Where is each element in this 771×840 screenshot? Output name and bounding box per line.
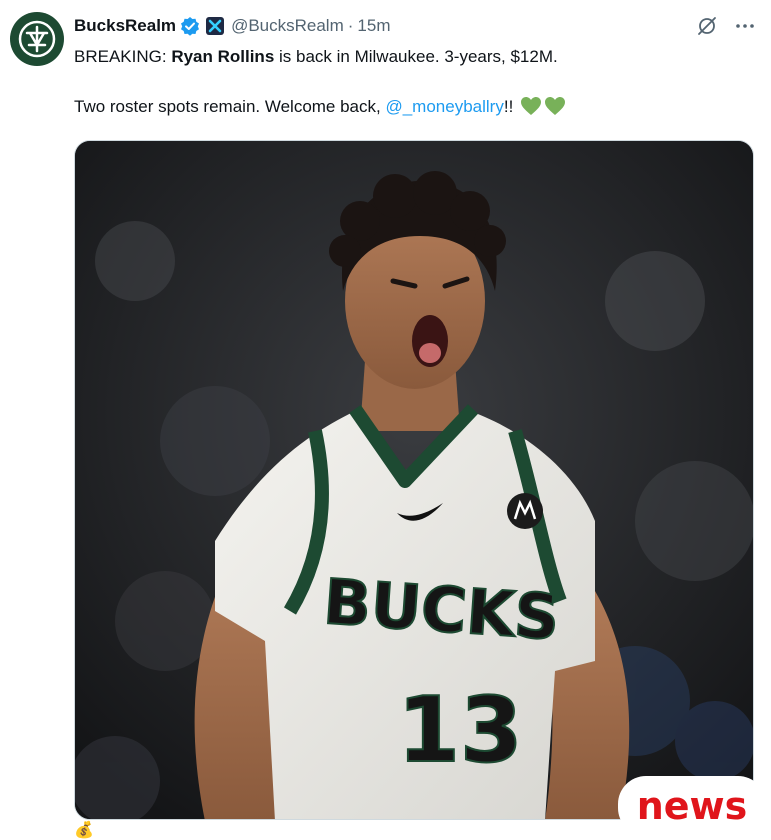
grok-icon[interactable]	[695, 14, 719, 38]
tweet-actions	[695, 14, 757, 38]
green-heart-icon	[520, 96, 542, 124]
separator-dot: ·	[347, 16, 354, 35]
timestamp[interactable]: 15m	[357, 16, 390, 36]
display-name[interactable]: BucksRealm	[74, 16, 176, 36]
text-prefix: BREAKING:	[74, 47, 172, 66]
verified-badge-icon	[180, 16, 200, 36]
player-photo: BUCKS 13	[75, 141, 753, 819]
tweet-header: BucksRealm @BucksRealm · 15m	[74, 14, 391, 38]
text-suffix: is back in Milwaukee. 3-years, $12M.	[274, 47, 558, 66]
bucksrealm-logo	[18, 20, 56, 58]
tweet-photo[interactable]: BUCKS 13	[74, 140, 754, 820]
more-options-icon[interactable]	[733, 14, 757, 38]
affiliate-badge-icon[interactable]	[205, 16, 225, 36]
tweet-text-line1: BREAKING: Ryan Rollins is back in Milwau…	[74, 44, 754, 70]
player-name: Ryan Rollins	[171, 47, 275, 66]
avatar[interactable]	[10, 12, 64, 66]
news-badge: news	[618, 776, 766, 836]
text-suffix-2: !!	[503, 97, 514, 116]
tweet-text: BREAKING: Ryan Rollins is back in Milwau…	[74, 44, 754, 124]
text-prefix-2: Two roster spots remain. Welcome back,	[74, 97, 386, 116]
money-bag-icon: 💰	[74, 822, 94, 839]
green-heart-icon	[544, 96, 566, 124]
jersey-number: 13	[397, 678, 522, 783]
tweet-text-line2: Two roster spots remain. Welcome back, @…	[74, 94, 754, 124]
mention-link[interactable]: @_moneyballry	[385, 97, 503, 116]
handle[interactable]: @BucksRealm	[231, 16, 344, 36]
